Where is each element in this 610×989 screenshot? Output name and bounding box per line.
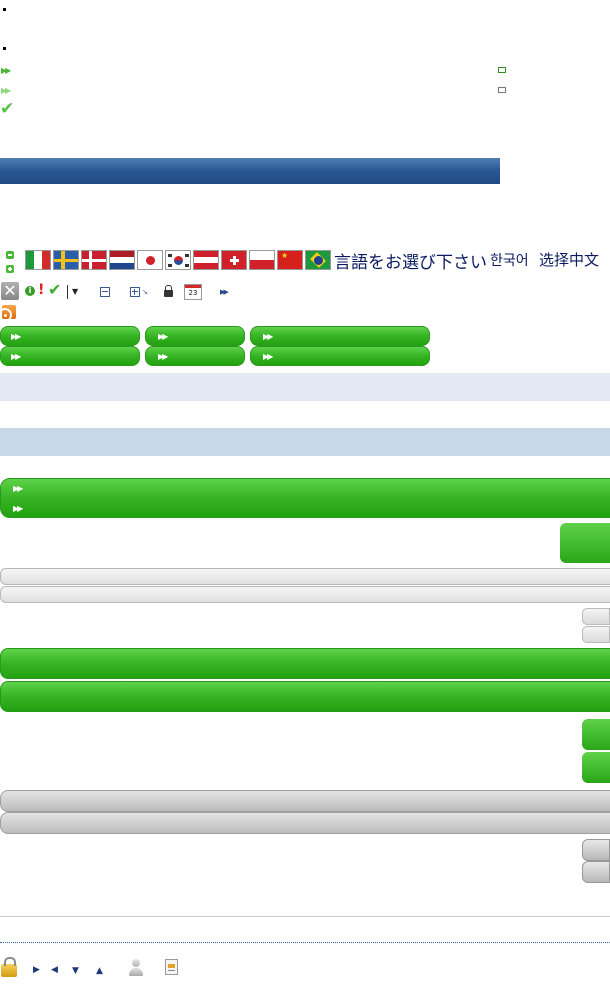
green-link-button[interactable]: ▶▶ bbox=[0, 346, 140, 366]
green-link-button[interactable]: ▶▶ bbox=[0, 326, 140, 346]
collapse-box-icon[interactable] bbox=[100, 287, 110, 297]
green-square-button[interactable] bbox=[560, 523, 610, 563]
gray-bar[interactable] bbox=[0, 586, 610, 603]
arrow-down-icon[interactable]: ▼ bbox=[72, 966, 79, 976]
flag-austria-icon[interactable] bbox=[193, 250, 219, 270]
gray-bar[interactable] bbox=[0, 568, 610, 585]
language-chinese[interactable]: 选择中文 bbox=[539, 249, 599, 270]
dropdown-caret-icon[interactable]: ▼ bbox=[72, 287, 78, 296]
calendar-day: 23 bbox=[188, 289, 198, 297]
flag-switzerland-icon[interactable] bbox=[221, 250, 247, 270]
document-icon[interactable] bbox=[165, 959, 178, 975]
mail-icon[interactable] bbox=[498, 67, 506, 73]
rss-icon[interactable] bbox=[2, 305, 16, 319]
green-link-button[interactable]: ▶▶ bbox=[250, 346, 430, 366]
flag-sweden-icon[interactable] bbox=[53, 250, 79, 270]
collapse-icon[interactable] bbox=[6, 251, 14, 259]
dotted-divider bbox=[0, 942, 610, 943]
user-icon[interactable] bbox=[129, 959, 143, 977]
flag-china-icon[interactable]: ★ bbox=[277, 250, 303, 270]
checkmark-icon[interactable]: ✔ bbox=[48, 281, 61, 299]
flag-brazil-icon[interactable] bbox=[305, 250, 331, 270]
dark-gray-small-button[interactable] bbox=[582, 861, 610, 883]
green-bar[interactable] bbox=[0, 648, 610, 679]
green-link-button[interactable]: ▶▶ bbox=[250, 326, 430, 346]
language-japanese[interactable]: 言語をお選び下さい bbox=[334, 248, 487, 273]
gray-small-button[interactable] bbox=[582, 626, 610, 643]
light-band bbox=[0, 373, 610, 401]
green-wide-button[interactable]: ▶▶ ▶▶ bbox=[0, 478, 610, 518]
arrow-left-icon[interactable]: ◀ bbox=[51, 965, 58, 975]
divider bbox=[67, 285, 68, 299]
gray-small-button[interactable] bbox=[582, 608, 610, 625]
alert-icon[interactable]: ! bbox=[38, 283, 44, 297]
flag-japan-icon[interactable] bbox=[137, 250, 163, 270]
dark-gray-bar[interactable] bbox=[0, 812, 610, 834]
green-small-button[interactable] bbox=[582, 752, 610, 783]
close-icon[interactable]: ✕ bbox=[1, 282, 19, 300]
double-arrow-icon[interactable]: ▶▶ bbox=[220, 288, 229, 296]
calendar-icon[interactable]: 23 bbox=[184, 284, 202, 300]
flag-denmark-icon[interactable] bbox=[81, 250, 107, 270]
bullet-dot bbox=[3, 47, 6, 50]
language-korean[interactable]: 한국어 bbox=[490, 250, 529, 270]
checkmark-icon: ✔ bbox=[0, 99, 15, 119]
info-icon[interactable]: i bbox=[25, 286, 35, 296]
lock-icon[interactable] bbox=[164, 285, 173, 297]
green-small-button[interactable] bbox=[582, 719, 610, 750]
expand-icon[interactable] bbox=[6, 265, 14, 273]
mail-icon[interactable] bbox=[498, 87, 506, 93]
flag-poland-icon[interactable] bbox=[249, 250, 275, 270]
green-link-button[interactable]: ▶▶ bbox=[145, 326, 245, 346]
divider-line bbox=[0, 916, 610, 917]
blue-band bbox=[0, 428, 610, 456]
flag-south-korea-icon[interactable] bbox=[165, 250, 191, 270]
bullet-dot bbox=[3, 8, 6, 11]
arrow-up-icon[interactable]: ▲ bbox=[96, 966, 103, 976]
padlock-icon[interactable] bbox=[1, 957, 17, 977]
double-arrow-icon[interactable]: ▶▶ bbox=[1, 66, 11, 76]
resize-arrow-icon[interactable]: ↘ bbox=[142, 288, 148, 296]
arrow-right-icon[interactable]: ▶ bbox=[33, 965, 40, 975]
dark-gray-bar[interactable] bbox=[0, 790, 610, 812]
green-link-button[interactable]: ▶▶ bbox=[145, 346, 245, 366]
flag-italy-icon[interactable] bbox=[25, 250, 51, 270]
dark-gray-small-button[interactable] bbox=[582, 839, 610, 861]
section-header-bar bbox=[0, 158, 500, 184]
expand-box-icon[interactable] bbox=[130, 287, 140, 297]
flag-netherlands-icon[interactable] bbox=[109, 250, 135, 270]
double-arrow-icon[interactable]: ▶▶ bbox=[1, 86, 11, 96]
green-bar[interactable] bbox=[0, 681, 610, 712]
